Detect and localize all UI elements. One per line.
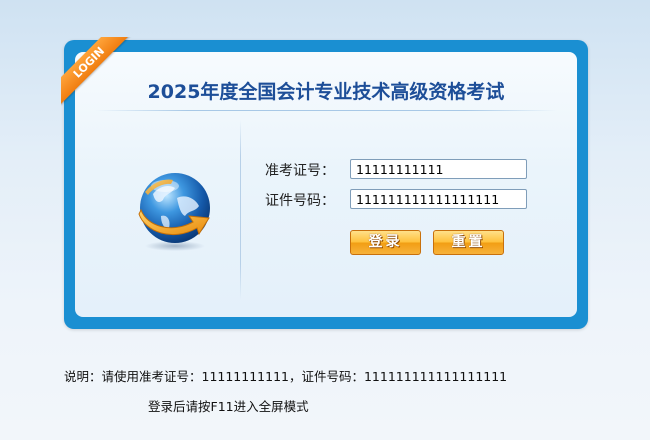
- admission-number-input[interactable]: [350, 159, 527, 179]
- id-number-label: 证件号码：: [265, 193, 335, 209]
- vertical-divider: [240, 120, 241, 300]
- reset-button[interactable]: 重置: [433, 230, 504, 255]
- id-number-input[interactable]: [350, 189, 527, 209]
- globe-arrow-icon: [138, 173, 210, 251]
- login-frame: LOGIN 2025年度全国会计专业技术高级资格考试 准考证号： 1111111…: [61, 37, 588, 329]
- login-button[interactable]: 登录: [350, 230, 421, 255]
- login-panel: 2025年度全国会计专业技术高级资格考试 准考证号： 11111111111 证…: [75, 52, 577, 317]
- instruction-text: 说明：请使用准考证号：11111111111，证件号码：111111111111…: [64, 369, 508, 384]
- page-title: 2025年度全国会计专业技术高级资格考试: [147, 81, 505, 103]
- fullscreen-hint: 登录后请按F11进入全屏模式: [148, 399, 309, 414]
- title-divider: [95, 110, 557, 111]
- admission-number-label: 准考证号：: [265, 163, 335, 179]
- login-ribbon: LOGIN: [61, 37, 137, 113]
- login-ribbon-label: LOGIN: [61, 37, 132, 105]
